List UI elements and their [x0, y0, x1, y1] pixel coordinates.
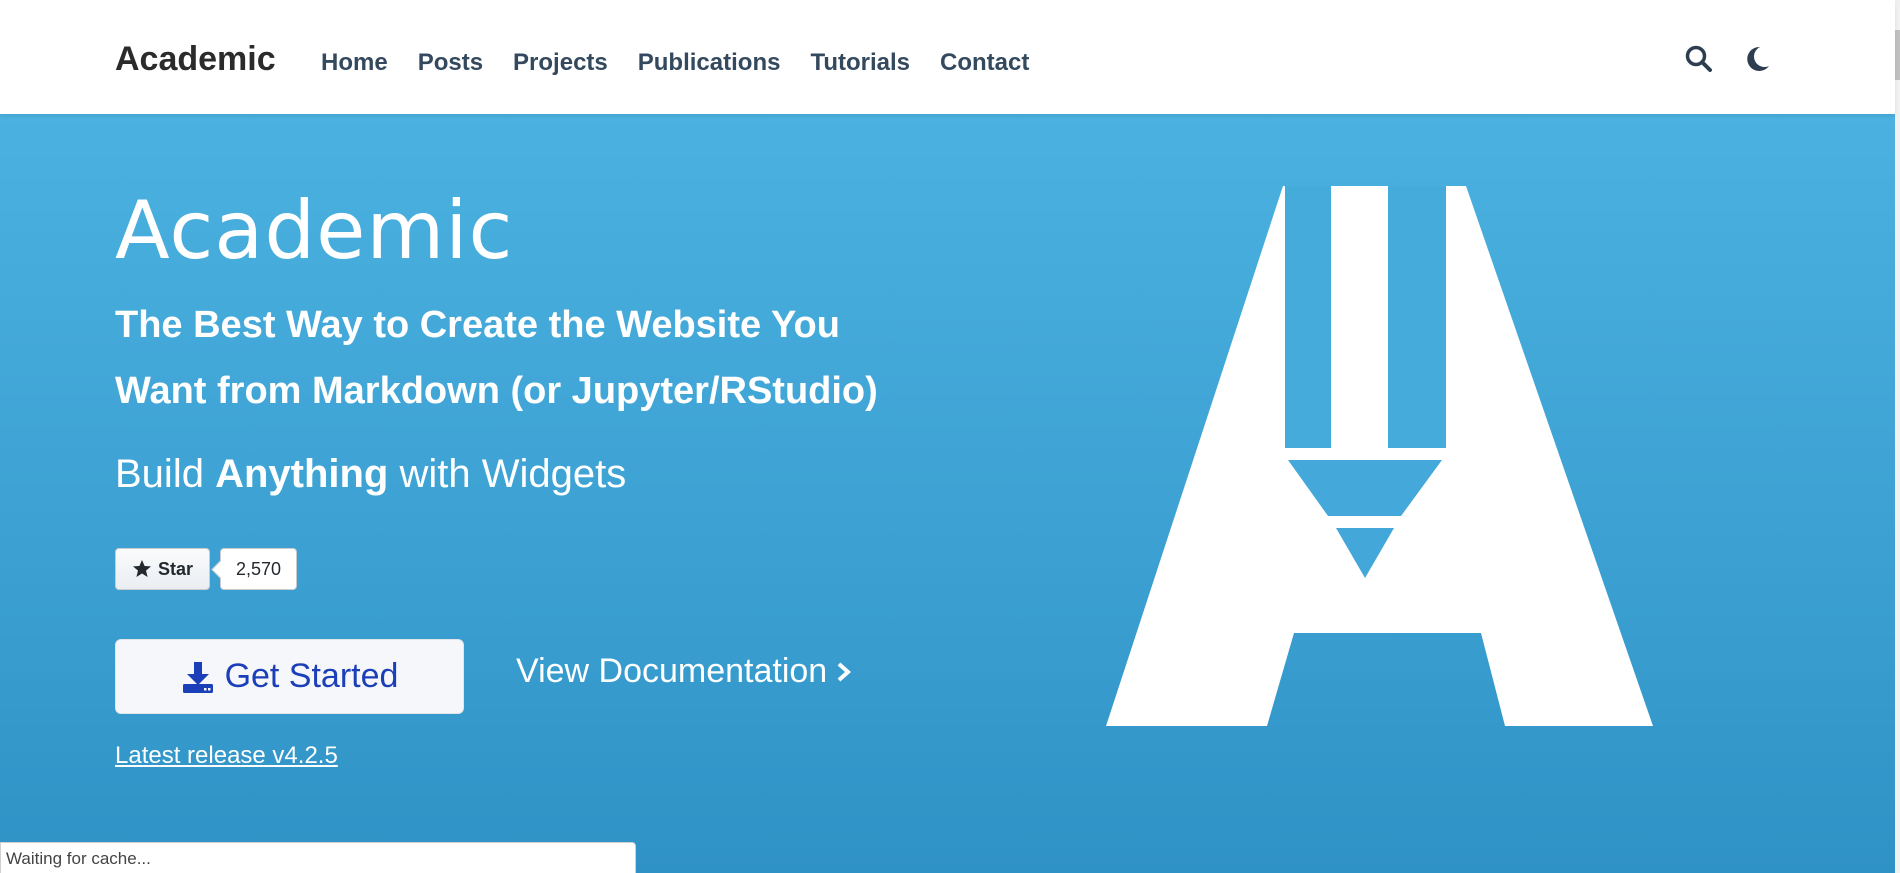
hero-title: Academic [115, 184, 514, 277]
hero-section: Academic The Best Way to Create the Webs… [0, 114, 1895, 873]
tagline-end: with Widgets [388, 452, 627, 496]
top-navbar: Academic Home Posts Projects Publication… [0, 0, 1895, 114]
hero-subtitle: The Best Way to Create the Website You W… [115, 304, 878, 412]
star-icon [133, 560, 151, 577]
moon-icon[interactable] [1742, 44, 1772, 74]
nav-link-tutorials[interactable]: Tutorials [810, 49, 910, 77]
nav-link-posts[interactable]: Posts [418, 49, 483, 77]
page-scrollbar[interactable] [1895, 0, 1900, 873]
scrollbar-thumb[interactable] [1895, 30, 1900, 80]
main-nav: Home Posts Projects Publications Tutoria… [321, 49, 1029, 77]
search-icon[interactable] [1684, 44, 1714, 74]
github-star-button[interactable]: Star [115, 548, 211, 590]
nav-link-contact[interactable]: Contact [940, 49, 1029, 77]
academic-logo [1106, 186, 1653, 726]
github-star-label: Star [158, 558, 194, 579]
nav-link-home[interactable]: Home [321, 49, 388, 77]
view-documentation-label: View Documentation [516, 652, 828, 690]
get-started-label: Get Started [224, 657, 399, 695]
nav-link-projects[interactable]: Projects [513, 49, 608, 77]
get-started-button[interactable]: Get Started [115, 639, 464, 714]
tagline-start: Build [115, 452, 216, 496]
site-brand[interactable]: Academic [115, 40, 276, 79]
browser-status-bar: Waiting for cache... [0, 842, 636, 873]
github-star-count[interactable]: 2,570 [220, 548, 298, 590]
tagline-bold: Anything [215, 452, 389, 496]
nav-link-publications[interactable]: Publications [638, 49, 781, 77]
nav-tools [1684, 44, 1772, 74]
hero-tagline: Build Anything with Widgets [115, 452, 626, 497]
latest-release-link[interactable]: Latest release v4.2.5 [115, 742, 338, 770]
view-documentation-link[interactable]: View Documentation [516, 652, 853, 691]
download-icon [182, 661, 213, 693]
chevron-right-icon [837, 662, 852, 681]
github-star-widget: Star 2,570 [115, 548, 298, 590]
